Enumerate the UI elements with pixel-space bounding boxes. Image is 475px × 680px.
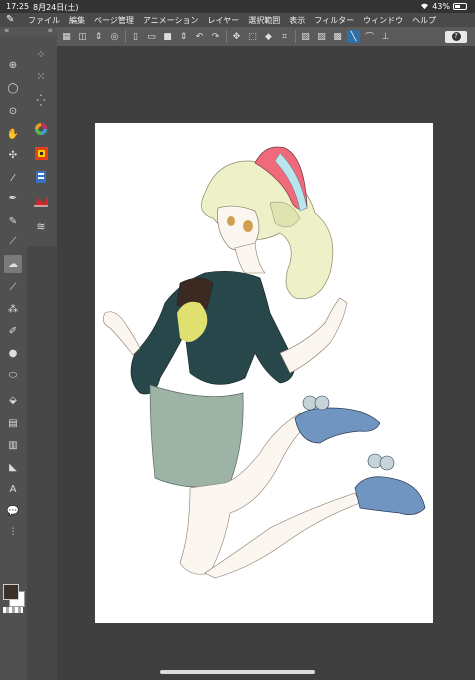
snap-point-icon[interactable]: ⊥: [379, 30, 392, 43]
ruler-tool-icon[interactable]: ◣: [4, 458, 22, 476]
status-time: 17:25: [6, 2, 30, 11]
magnifier-icon[interactable]: ⊙: [4, 102, 22, 120]
decoration-icon[interactable]: ⟋: [4, 278, 22, 296]
airbrush-icon[interactable]: ☁: [4, 255, 22, 273]
divider: [295, 30, 296, 43]
figure-icon[interactable]: ▥: [4, 436, 22, 454]
color-set-icon[interactable]: [31, 143, 51, 163]
subtool-palette: ⁘ ⁙ ⁛ ≋: [27, 36, 57, 246]
collapse-subtool-icon[interactable]: «: [47, 27, 53, 36]
menu-edit[interactable]: 編集: [69, 15, 85, 26]
help-button[interactable]: ?: [445, 30, 467, 43]
lasso-icon[interactable]: ◯: [4, 79, 22, 97]
color-set-graphic: [34, 146, 48, 160]
subtool-airbrush-1-icon[interactable]: ⁘: [31, 44, 51, 64]
transparent-color-swatch[interactable]: [3, 607, 23, 613]
hand-icon[interactable]: ✋: [4, 125, 22, 143]
spray-icon[interactable]: ⁂: [4, 300, 22, 318]
eyedropper-icon[interactable]: ⁄: [4, 169, 22, 187]
crop-icon[interactable]: ⌗: [278, 30, 291, 43]
collapse-left-icon[interactable]: «: [4, 27, 10, 36]
app-logo-icon[interactable]: ✎: [6, 14, 18, 26]
zoom-icon[interactable]: ⊕: [4, 56, 22, 74]
new-file-icon[interactable]: ▯: [129, 30, 142, 43]
navigator-icon[interactable]: [31, 191, 51, 211]
home-indicator[interactable]: [160, 670, 315, 674]
subtool-airbrush-2-icon[interactable]: ⁙: [31, 66, 51, 86]
drop-icon[interactable]: ●: [4, 344, 22, 362]
save-icon[interactable]: ■: [161, 30, 174, 43]
balloon-icon[interactable]: 💬: [4, 502, 22, 520]
tool-panel-header: « «: [0, 27, 57, 36]
divider: [226, 30, 227, 43]
color-wheel-graphic: [35, 123, 47, 135]
menu-view[interactable]: 表示: [289, 15, 305, 26]
drawing-canvas[interactable]: [95, 123, 433, 623]
redo-icon[interactable]: ↷: [209, 30, 222, 43]
battery-icon: [453, 3, 467, 10]
menu-page-management[interactable]: ページ管理: [94, 15, 134, 26]
color-wheel-icon[interactable]: [31, 119, 51, 139]
menu-help[interactable]: ヘルプ: [412, 15, 436, 26]
menu-layer[interactable]: レイヤー: [208, 15, 240, 26]
status-right: 43%: [420, 2, 467, 11]
status-bar: 17:25 8月24日(土) 43%: [0, 0, 475, 13]
spiral-icon[interactable]: ◎: [108, 30, 121, 43]
swap-arrows-icon[interactable]: ⇕: [92, 30, 105, 43]
undo-icon[interactable]: ↶: [193, 30, 206, 43]
flip-icon[interactable]: ⇕: [177, 30, 190, 43]
wifi-icon: [421, 3, 429, 10]
layer-icon[interactable]: [31, 167, 51, 187]
status-date: 8月24日(土): [33, 3, 79, 12]
perspective-icon[interactable]: ▨: [315, 30, 328, 43]
scale-icon[interactable]: ⬚: [246, 30, 259, 43]
fill-icon[interactable]: ⬙: [4, 391, 22, 409]
tool-palette: ⊕ ◯ ⊙ ✋ ✣ ⁄ ✒ ✎ ⟋ ☁ ⟋ ⁂ ✐ ● ⬭ ⬙ ▤ ▥ ◣ A …: [0, 36, 27, 680]
ruler-icon[interactable]: ▧: [299, 30, 312, 43]
eraser-icon[interactable]: ⬭: [4, 366, 22, 384]
blend-icon[interactable]: ✐: [4, 322, 22, 340]
subtool-airbrush-3-icon[interactable]: ⁛: [31, 90, 51, 110]
move-icon[interactable]: ✣: [4, 146, 22, 164]
pencil-icon[interactable]: ✎: [4, 212, 22, 230]
command-bar: ▦ ◫ ⇕ ◎ ▯ ▭ ■ ⇕ ↶ ↷ ✥ ⬚ ◆ ⌗ ▧ ▨ ▩ ╲ ⌒ ⊥ …: [57, 27, 475, 46]
snap-special-icon[interactable]: ⌒: [363, 30, 376, 43]
help-icon: ?: [451, 32, 461, 41]
divider: [125, 30, 126, 43]
fill-bucket-icon[interactable]: ◆: [262, 30, 275, 43]
grid-icon[interactable]: ▦: [60, 30, 73, 43]
transform-icon[interactable]: ✥: [230, 30, 243, 43]
pen-icon[interactable]: ✒: [4, 189, 22, 207]
battery-percent: 43%: [432, 2, 450, 11]
correction-icon[interactable]: ⫶: [4, 523, 22, 541]
panel-background: [27, 246, 57, 680]
snap-grid-icon[interactable]: ▩: [331, 30, 344, 43]
text-icon[interactable]: A: [4, 480, 22, 498]
main-color-swatch[interactable]: [3, 584, 19, 600]
menu-file[interactable]: ファイル: [28, 15, 60, 26]
snap-ruler-icon[interactable]: ╲: [347, 30, 360, 43]
navigator-graphic: [34, 196, 48, 207]
material-icon[interactable]: ≋: [31, 216, 51, 236]
camera-icon[interactable]: ◫: [76, 30, 89, 43]
menu-bar: ✎ ファイル 編集 ページ管理 アニメーション レイヤー 選択範囲 表示 フィル…: [0, 13, 475, 27]
brush-icon[interactable]: ⟋: [4, 232, 22, 250]
gradient-icon[interactable]: ▤: [4, 414, 22, 432]
open-file-icon[interactable]: ▭: [145, 30, 158, 43]
illustration: [103, 146, 426, 579]
menu-animation[interactable]: アニメーション: [143, 15, 199, 26]
menu-window[interactable]: ウィンドウ: [363, 15, 403, 26]
menu-selection[interactable]: 選択範囲: [248, 15, 280, 26]
layer-graphic: [36, 171, 46, 183]
menu-filter[interactable]: フィルター: [314, 15, 354, 26]
